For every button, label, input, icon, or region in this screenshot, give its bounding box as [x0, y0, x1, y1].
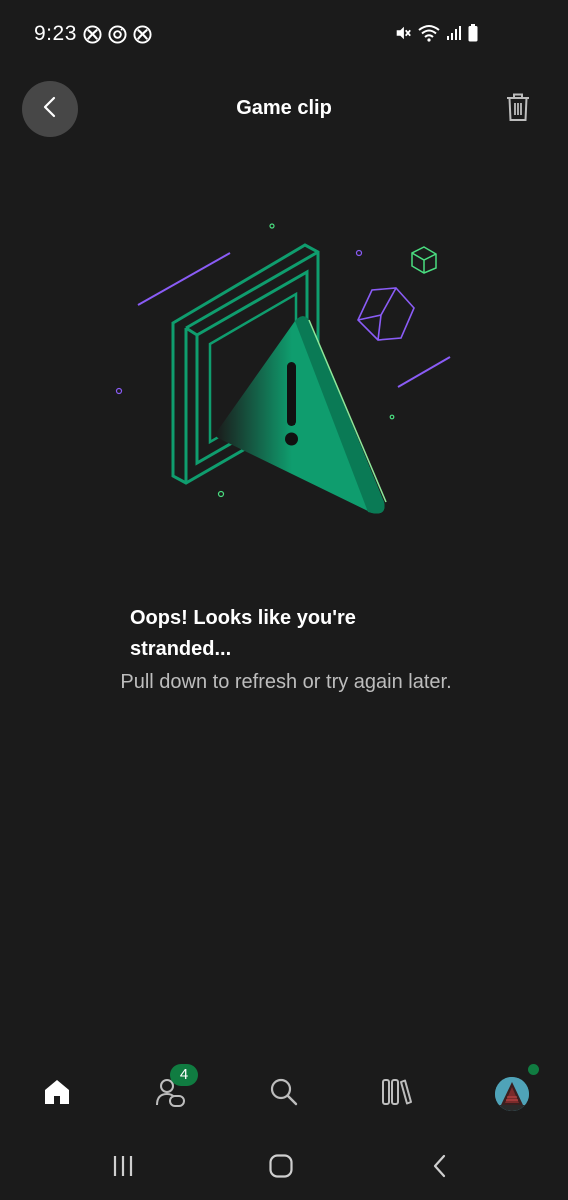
recent-apps-icon	[110, 1153, 136, 1184]
recent-apps-button[interactable]	[101, 1148, 145, 1188]
battery-icon	[468, 24, 478, 47]
status-notification-icons	[83, 25, 152, 44]
system-home-button[interactable]	[259, 1148, 303, 1188]
nav-home[interactable]	[33, 1070, 81, 1118]
xbox-icon	[133, 25, 152, 44]
home-icon	[42, 1077, 72, 1112]
wifi-icon	[418, 24, 440, 47]
online-status-dot	[528, 1064, 539, 1075]
error-heading: Oops! Looks like you're stranded...	[130, 607, 356, 660]
profile-avatar	[495, 1077, 529, 1111]
system-back-button[interactable]	[418, 1148, 462, 1188]
signal-icon	[446, 25, 462, 46]
bottom-nav: 4	[0, 1060, 568, 1126]
system-nav-bar	[0, 1140, 568, 1196]
nav-profile[interactable]	[488, 1070, 536, 1118]
mute-icon	[394, 24, 412, 47]
trash-icon	[505, 92, 531, 127]
stranded-illustration	[100, 210, 470, 530]
back-arrow-icon	[429, 1153, 451, 1184]
page-title: Game clip	[236, 97, 332, 119]
xbox-icon	[83, 25, 102, 44]
status-time: 9:23	[34, 22, 77, 45]
nav-search[interactable]	[260, 1070, 308, 1118]
search-icon	[269, 1077, 299, 1112]
friends-badge: 4	[170, 1064, 198, 1086]
status-bar: 9:23	[0, 0, 568, 72]
error-message: Pull down to refresh or try again later.	[120, 671, 452, 693]
home-circle-icon	[268, 1153, 294, 1184]
xbox-sync-icon	[108, 25, 127, 44]
library-icon	[381, 1077, 413, 1112]
status-system-icons	[394, 24, 478, 47]
nav-library[interactable]	[373, 1070, 421, 1118]
delete-button[interactable]	[500, 90, 536, 128]
